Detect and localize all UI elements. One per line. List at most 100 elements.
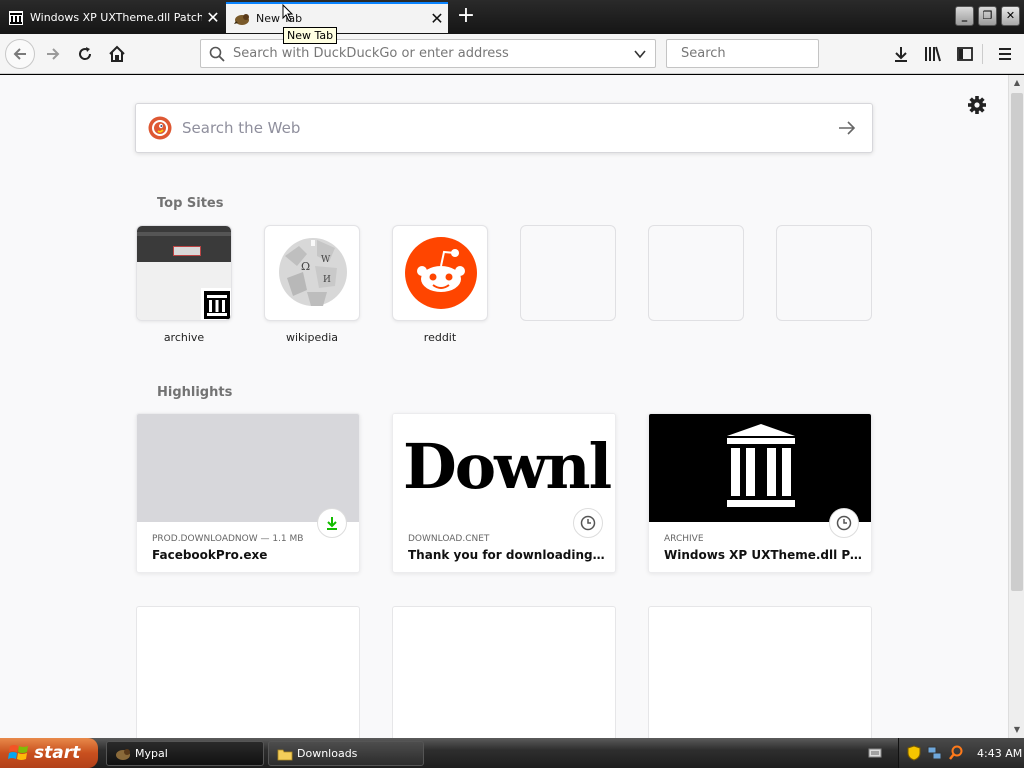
highlight-source: PROD.DOWNLOADNOW — 1.1 MB [152, 534, 304, 544]
web-search-box[interactable] [135, 103, 873, 153]
tab-tooltip: New Tab [283, 27, 338, 44]
highlight-thumbnail [649, 414, 871, 522]
highlight-thumbnail [137, 414, 359, 522]
empty-site-placeholder [520, 225, 616, 321]
menu-button[interactable] [990, 39, 1020, 69]
url-bar[interactable] [200, 39, 656, 68]
search-input[interactable] [681, 46, 851, 61]
minimize-button[interactable]: _ [955, 6, 974, 26]
empty-highlight-placeholder [648, 606, 872, 738]
keyboard-icon[interactable] [868, 746, 882, 760]
svg-text:Ω: Ω [301, 260, 310, 273]
reload-icon [79, 47, 92, 60]
home-icon [109, 45, 125, 62]
hamburger-menu-icon [999, 48, 1011, 60]
site-label: wikipedia [285, 331, 338, 344]
empty-highlight-placeholder [136, 606, 360, 738]
search-icon [209, 46, 225, 62]
screen: Windows XP UXTheme.dll Patches ✕ New Tab… [0, 0, 1024, 768]
highlight-source: DOWNLOAD.CNET [408, 534, 490, 544]
sidebar-icon [957, 47, 973, 61]
reddit-alien-icon [405, 237, 477, 309]
site-thumbnail [392, 225, 488, 321]
forward-button[interactable] [38, 39, 68, 69]
chevron-down-icon[interactable] [633, 47, 647, 61]
gear-icon[interactable] [966, 94, 988, 116]
clock-icon [573, 508, 603, 538]
highlight-title: Thank you for downloading Face... [408, 548, 606, 562]
system-tray: 4:43 AM [898, 738, 1024, 768]
taskbar-item-mypal[interactable]: Mypal [106, 741, 264, 766]
mypal-icon [234, 11, 250, 27]
svg-text:И: И [323, 275, 331, 285]
reload-button[interactable] [70, 39, 100, 69]
archive-icon [201, 288, 231, 320]
tab-strip: Windows XP UXTheme.dll Patches ✕ New Tab… [0, 0, 1024, 34]
security-shield-icon[interactable] [907, 745, 921, 761]
highlights-heading: Highlights [157, 385, 233, 400]
empty-site-placeholder [648, 225, 744, 321]
tab-windows-xp-uxtheme[interactable]: Windows XP UXTheme.dll Patches ✕ [0, 2, 224, 33]
site-thumbnail [136, 225, 232, 321]
library-icon [925, 46, 941, 62]
folder-icon [277, 749, 293, 760]
scroll-up-arrow-icon[interactable]: ▲ [1009, 75, 1024, 91]
taskbar-item-label: Downloads [297, 747, 358, 760]
top-site-empty[interactable] [648, 225, 744, 321]
scroll-thumb[interactable] [1011, 93, 1023, 591]
arrow-right-icon[interactable] [838, 120, 856, 136]
vertical-scrollbar[interactable]: ▲ ▼ [1008, 75, 1024, 738]
search-bar[interactable] [666, 39, 851, 68]
url-input[interactable] [233, 46, 633, 61]
clock-icon [829, 508, 859, 538]
start-button[interactable]: start [0, 738, 98, 768]
download-icon [317, 508, 347, 538]
site-thumbnail: Ω W И [264, 225, 360, 321]
highlight-card[interactable]: ARCHIVE Windows XP UXTheme.dll Patch... [648, 413, 872, 573]
download-icon [895, 47, 907, 62]
archive-icon [8, 10, 24, 26]
mypal-icon [116, 748, 130, 760]
tab-title: Windows XP UXTheme.dll Patches [30, 11, 202, 24]
back-button[interactable] [5, 39, 35, 69]
svg-text:W: W [321, 255, 331, 265]
top-site-reddit[interactable]: reddit [392, 225, 488, 344]
site-label: reddit [423, 331, 457, 344]
site-label: archive [163, 331, 205, 344]
sidebar-button[interactable] [950, 39, 980, 69]
web-search-input[interactable] [182, 119, 838, 137]
top-site-archive[interactable]: archive [136, 225, 232, 344]
new-tab-button[interactable]: + [454, 5, 478, 29]
taskbar-item-label: Mypal [135, 747, 168, 760]
mouse-cursor-icon [282, 4, 294, 22]
wikipedia-globe-icon: Ω W И [279, 238, 347, 306]
restore-button[interactable]: ❐ [978, 6, 997, 26]
close-icon[interactable]: ✕ [202, 8, 224, 27]
top-site-empty[interactable] [776, 225, 872, 321]
arrow-right-icon [47, 48, 60, 60]
highlight-card[interactable]: Downl DOWNLOAD.CNET Thank you for downlo… [392, 413, 616, 573]
close-window-button[interactable]: ✕ [1001, 6, 1020, 26]
taskbar-item-downloads[interactable]: Downloads [268, 741, 424, 766]
highlight-thumbnail: Downl [393, 414, 615, 522]
duckduckgo-icon [148, 116, 172, 140]
top-site-wikipedia[interactable]: Ω W И wikipedia [264, 225, 360, 344]
scroll-down-arrow-icon[interactable]: ▼ [1009, 722, 1024, 738]
highlight-source: ARCHIVE [664, 534, 704, 544]
library-button[interactable] [918, 39, 948, 69]
start-label: start [34, 743, 81, 763]
network-icon[interactable] [927, 745, 943, 761]
empty-site-placeholder [776, 225, 872, 321]
search-tray-icon[interactable] [949, 745, 963, 761]
new-tab-page: Top Sites archive [0, 75, 1024, 738]
top-sites-heading: Top Sites [157, 196, 224, 211]
top-site-empty[interactable] [520, 225, 616, 321]
windows-logo-icon [8, 745, 28, 760]
windows-taskbar: start Mypal Downloads 4:43 AM [0, 738, 1024, 768]
highlight-title: FacebookPro.exe [152, 548, 268, 562]
close-icon[interactable]: ✕ [426, 9, 448, 28]
arrow-left-icon [13, 48, 26, 60]
downloads-button[interactable] [886, 39, 916, 69]
highlight-card[interactable]: PROD.DOWNLOADNOW — 1.1 MB FacebookPro.ex… [136, 413, 360, 573]
home-button[interactable] [102, 39, 132, 69]
